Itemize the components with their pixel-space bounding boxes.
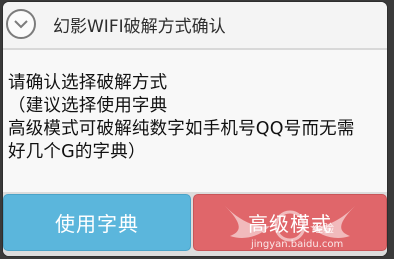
dialog-message: 请确认选择破解方式 （建议选择使用字典 高级模式可破解纯数字如手机号QQ号而无需…	[8, 72, 387, 164]
watermark-brand: 经验	[312, 222, 334, 235]
dialog-title: 幻影WIFI破解方式确认	[53, 17, 226, 37]
message-line: 好几个G的字典）	[8, 142, 146, 162]
watermark-url: jingyan.baidu.com	[251, 239, 344, 250]
use-dictionary-button[interactable]: 使用字典	[3, 194, 191, 251]
chevron-down-icon	[6, 9, 36, 39]
message-line: （建议选择使用字典	[8, 96, 168, 116]
message-line: 请确认选择破解方式	[8, 73, 168, 93]
dialog-header: 幻影WIFI破解方式确认	[3, 2, 387, 48]
dialog-body: 请确认选择破解方式 （建议选择使用字典 高级模式可破解纯数字如手机号QQ号而无需…	[3, 50, 387, 192]
message-line: 高级模式可破解纯数字如手机号QQ号而无需	[8, 119, 355, 139]
